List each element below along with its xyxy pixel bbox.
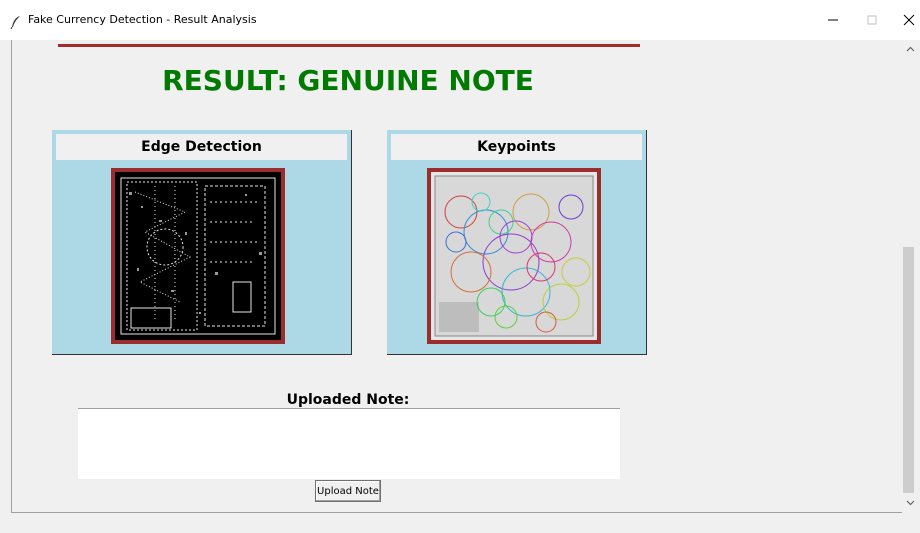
minimize-button[interactable] <box>815 8 851 32</box>
keypoints-heading: Keypoints <box>391 134 642 160</box>
upload-note-button[interactable]: Upload Note <box>315 480 381 502</box>
edge-detection-panel: Edge Detection <box>52 130 352 355</box>
edge-detection-heading: Edge Detection <box>56 134 347 160</box>
maximize-button[interactable] <box>854 8 890 32</box>
title-bar: Fake Currency Detection - Result Analysi… <box>0 0 920 40</box>
scrollbar-thumb[interactable] <box>903 247 914 493</box>
edge-detection-image <box>111 168 285 344</box>
uploaded-note-display <box>78 408 620 479</box>
uploaded-note-label: Uploaded Note: <box>286 392 410 408</box>
close-button[interactable] <box>891 8 920 32</box>
chevron-up-icon <box>906 46 915 52</box>
result-canvas: RESULT: GENUINE NOTE Edge Detection Keyp… <box>11 40 902 513</box>
window-title: Fake Currency Detection - Result Analysi… <box>28 13 257 26</box>
feather-icon <box>10 14 22 30</box>
vertical-scrollbar[interactable] <box>901 40 920 512</box>
chevron-down-icon <box>906 500 915 506</box>
result-heading: RESULT: GENUINE NOTE <box>162 64 534 97</box>
scroll-down-button[interactable] <box>901 494 920 512</box>
maximize-icon <box>867 15 877 25</box>
close-icon <box>903 14 915 26</box>
scroll-up-button[interactable] <box>901 40 920 58</box>
top-divider <box>58 44 640 47</box>
keypoints-image <box>427 168 601 344</box>
minimize-icon <box>828 19 838 21</box>
keypoints-panel: Keypoints <box>387 130 647 355</box>
